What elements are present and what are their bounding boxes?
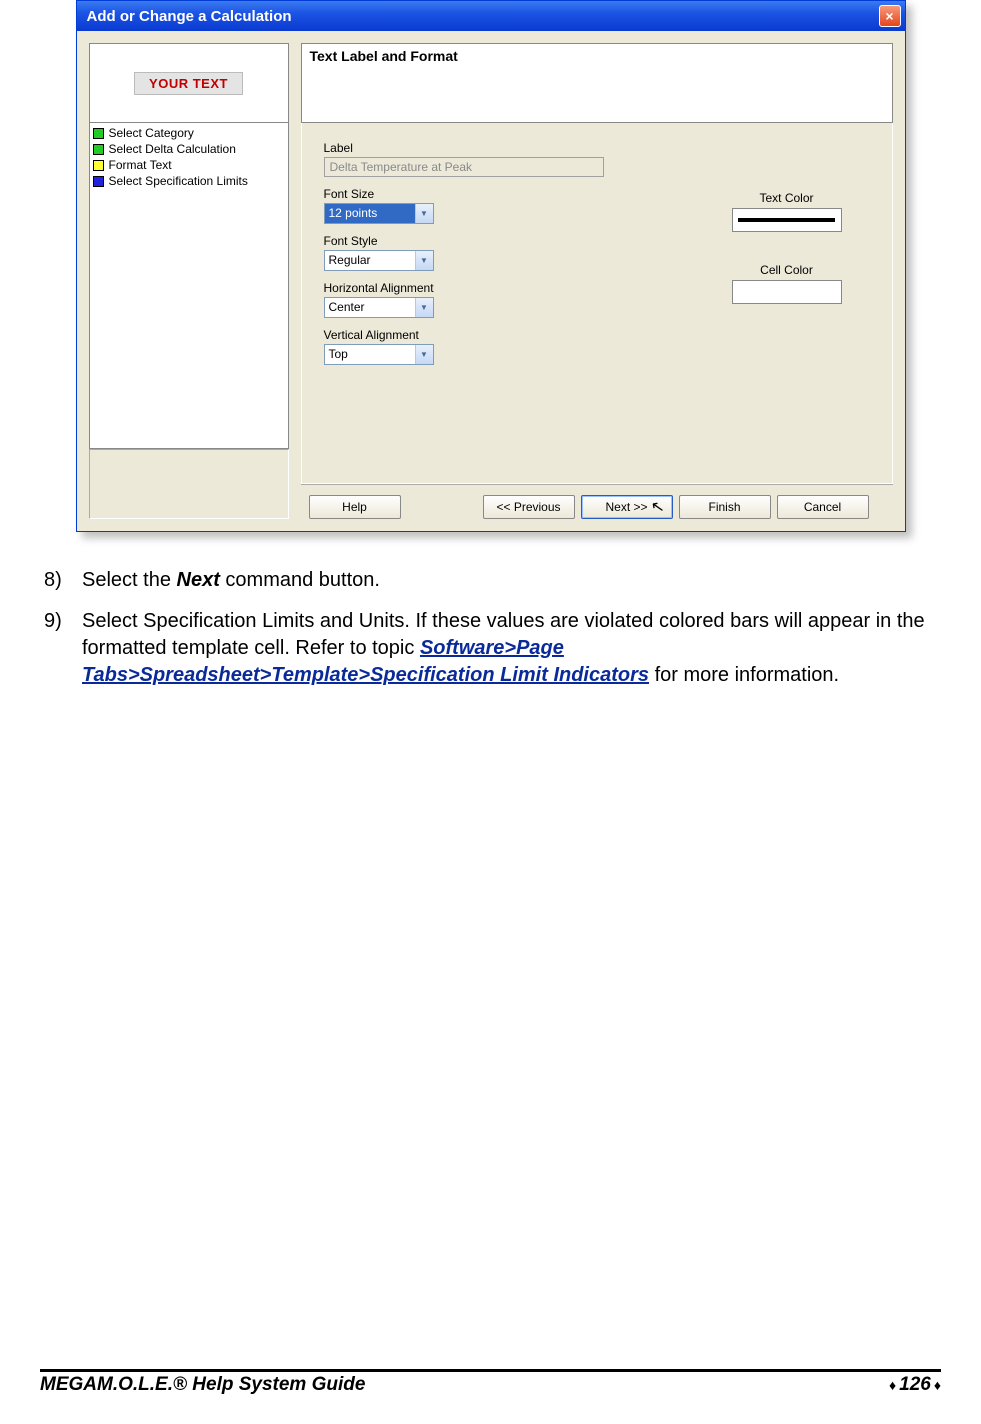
previous-button[interactable]: << Previous (483, 495, 575, 519)
fontsize-select[interactable]: 12 points ▼ (324, 203, 434, 224)
page-footer: MEGAM.O.L.E.® Help System Guide ♦ 126 ♦ (40, 1369, 941, 1396)
step-label: Select Delta Calculation (109, 142, 236, 156)
fontsize-value: 12 points (325, 204, 415, 223)
wizard-step[interactable]: Format Text (93, 157, 285, 173)
label-label: Label (324, 141, 870, 155)
valign-value: Top (325, 345, 415, 364)
preview-box: YOUR TEXT (89, 43, 289, 123)
close-icon: × (885, 8, 893, 24)
dialog-window: Add or Change a Calculation × YOUR TEXT … (76, 0, 906, 532)
footer-brand-rest: M.O.L.E.® Help System Guide (97, 1374, 365, 1395)
instruction-number: 8) (44, 567, 82, 594)
wizard-step[interactable]: Select Specification Limits (93, 173, 285, 189)
instruction-item: 8) Select the Next command button. (44, 567, 937, 594)
wizard-step[interactable]: Select Category (93, 125, 285, 141)
fontstyle-select[interactable]: Regular ▼ (324, 250, 434, 271)
cellcolor-label: Cell Color (732, 263, 842, 277)
cancel-button[interactable]: Cancel (777, 495, 869, 519)
instruction-text: command button. (220, 569, 380, 591)
chevron-down-icon: ▼ (415, 345, 433, 364)
chevron-down-icon: ▼ (415, 298, 433, 317)
step-swatch-icon (93, 144, 104, 155)
color-bar-icon (738, 218, 835, 222)
label-input[interactable]: Delta Temperature at Peak (324, 157, 604, 177)
chevron-down-icon: ▼ (415, 204, 433, 223)
diamond-icon: ♦ (934, 1377, 941, 1393)
step-swatch-icon (93, 160, 104, 171)
valign-label: Vertical Alignment (324, 328, 870, 342)
wizard-right-column: Text Label and Format Label Delta Temper… (301, 43, 893, 519)
step-label: Format Text (109, 158, 172, 172)
wizard-step[interactable]: Select Delta Calculation (93, 141, 285, 157)
halign-value: Center (325, 298, 415, 317)
instruction-bold: Next (177, 569, 220, 591)
wizard-left-column: YOUR TEXT Select Category Select Delta C… (89, 43, 289, 519)
preview-text: YOUR TEXT (134, 72, 243, 95)
wizard-blank-panel (89, 449, 289, 519)
instruction-number: 9) (44, 608, 82, 689)
page-number: 126 (899, 1374, 931, 1396)
instruction-text: Select the (82, 569, 177, 591)
chevron-down-icon: ▼ (415, 251, 433, 270)
step-swatch-icon (93, 128, 104, 139)
instruction-item: 9) Select Specification Limits and Units… (44, 608, 937, 689)
form-area: Label Delta Temperature at Peak Font Siz… (301, 123, 893, 484)
panel-heading: Text Label and Format (301, 43, 893, 123)
step-swatch-icon (93, 176, 104, 187)
dialog-body: YOUR TEXT Select Category Select Delta C… (77, 31, 905, 531)
finish-button[interactable]: Finish (679, 495, 771, 519)
footer-brand-bold: MEGA (40, 1374, 97, 1395)
step-label: Select Category (109, 126, 194, 140)
titlebar: Add or Change a Calculation × (77, 1, 905, 31)
wizard-steps: Select Category Select Delta Calculation… (89, 123, 289, 449)
dialog-button-row: Help << Previous Next >> Finish Cancel ↖ (301, 484, 893, 519)
fontstyle-value: Regular (325, 251, 415, 270)
cellcolor-picker[interactable] (732, 280, 842, 304)
textcolor-label: Text Color (732, 191, 842, 205)
textcolor-picker[interactable] (732, 208, 842, 232)
help-button[interactable]: Help (309, 495, 401, 519)
instruction-list: 8) Select the Next command button. 9) Se… (44, 567, 937, 689)
instruction-text: for more information. (649, 664, 839, 686)
next-button[interactable]: Next >> (581, 495, 673, 519)
close-button[interactable]: × (879, 5, 901, 27)
dialog-title: Add or Change a Calculation (87, 8, 292, 25)
halign-select[interactable]: Center ▼ (324, 297, 434, 318)
diamond-icon: ♦ (889, 1377, 896, 1393)
step-label: Select Specification Limits (109, 174, 248, 188)
valign-select[interactable]: Top ▼ (324, 344, 434, 365)
fontstyle-label: Font Style (324, 234, 870, 248)
